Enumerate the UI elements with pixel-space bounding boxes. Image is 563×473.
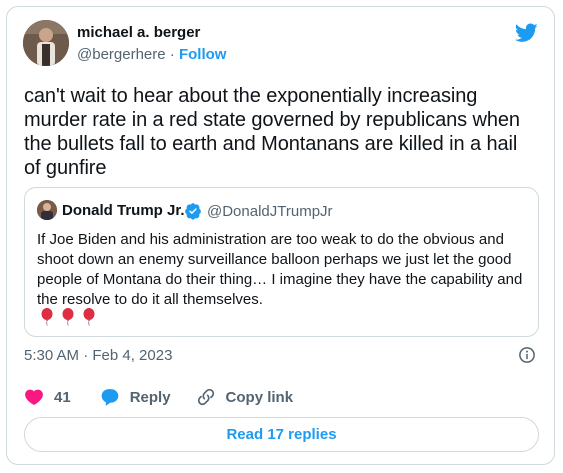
tweet-timestamp[interactable]: 5:30 AM · Feb 4, 2023 [24, 347, 172, 364]
quoted-tweet[interactable]: Donald Trump Jr. @DonaldJTrumpJr If Joe … [24, 187, 539, 337]
author-name[interactable]: michael a. berger [77, 24, 200, 41]
quoted-author-handle: @DonaldJTrumpJr [207, 203, 333, 220]
quoted-author-avatar [37, 200, 57, 220]
read-replies-button[interactable]: Read 17 replies [24, 417, 539, 452]
verified-badge-icon [185, 203, 201, 220]
balloon-emoji-row [39, 308, 97, 326]
copy-link-label: Copy link [225, 388, 294, 406]
reply-button[interactable]: Reply [100, 387, 196, 407]
action-bar: 41 Reply Copy link [24, 387, 293, 407]
author-handle[interactable]: @bergerhere [77, 46, 166, 63]
quoted-author-name: Donald Trump Jr. [62, 202, 185, 219]
tweet-card: michael a. berger @bergerhere · Follow c… [6, 6, 555, 465]
heart-icon [25, 389, 43, 405]
author-avatar[interactable] [23, 20, 69, 66]
quoted-tweet-text: If Joe Biden and his administration are … [37, 231, 523, 308]
reply-bubble-icon [101, 389, 119, 406]
separator-dot: · [169, 46, 175, 63]
like-button[interactable]: 41 [24, 387, 100, 407]
tweet-text: can't wait to hear about the exponential… [24, 85, 520, 179]
twitter-bird-icon[interactable] [515, 23, 538, 43]
like-count: 41 [54, 388, 71, 406]
info-icon[interactable] [518, 346, 536, 364]
balloon-emoji [62, 308, 74, 326]
copy-link-button[interactable]: Copy link [196, 387, 294, 407]
balloon-emoji [83, 308, 95, 326]
follow-button[interactable]: Follow [179, 46, 227, 63]
reply-label: Reply [129, 388, 171, 406]
link-icon [197, 388, 214, 406]
author-handle-line: @bergerhere · Follow [77, 46, 226, 63]
balloon-emoji [41, 308, 53, 326]
